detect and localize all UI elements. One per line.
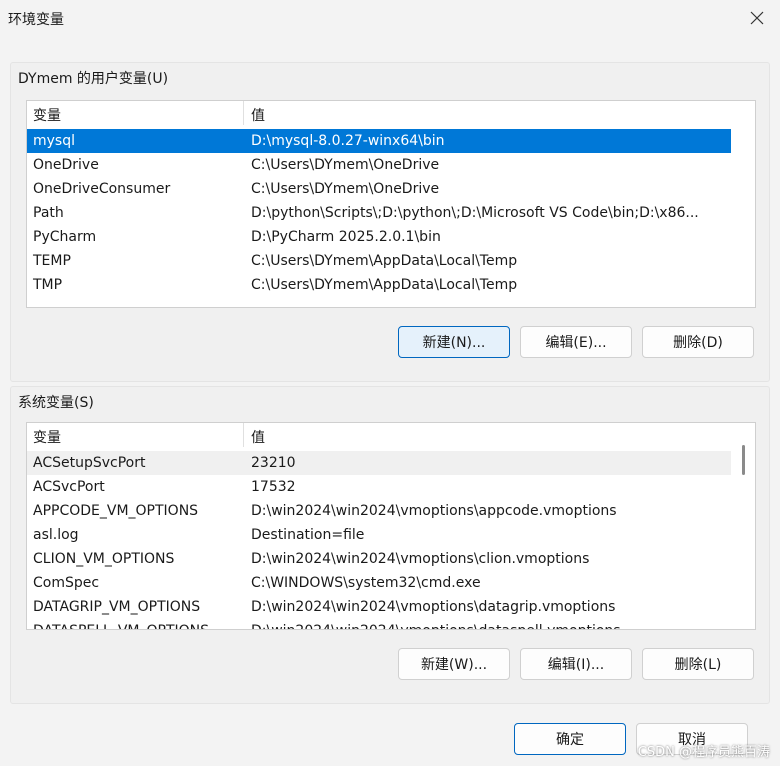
variable-value: D:\python\Scripts\;D:\python\;D:\Microso…: [251, 205, 699, 221]
header-separator: [243, 423, 244, 447]
variable-name: APPCODE_VM_OPTIONS: [33, 503, 199, 519]
window-title: 环境变量: [8, 12, 64, 28]
list-header: 变量 值: [27, 101, 755, 125]
header-variable[interactable]: 变量: [33, 105, 61, 125]
variable-name: OneDrive: [33, 157, 99, 173]
variable-value: D:\win2024\win2024\vmoptions\appcode.vmo…: [251, 503, 617, 519]
variable-name: Path: [33, 205, 64, 221]
table-row[interactable]: TEMP C:\Users\DYmem\AppData\Local\Temp: [27, 249, 731, 273]
watermark: CSDN @程序员熊百涛: [637, 745, 770, 760]
table-row[interactable]: CLION_VM_OPTIONS D:\win2024\win2024\vmopt…: [27, 547, 731, 571]
table-row[interactable]: DATAGRIP_VM_OPTIONS D:\win2024\win2024\vm…: [27, 595, 731, 619]
table-row[interactable]: mysql D:\mysql-8.0.27-winx64\bin: [27, 129, 731, 153]
variable-value: D:\mysql-8.0.27-winx64\bin: [251, 133, 445, 149]
variable-value: C:\WINDOWS\system32\cmd.exe: [251, 575, 481, 591]
variable-name: PyCharm: [33, 229, 97, 245]
table-row[interactable]: ComSpec C:\WINDOWS\system32\cmd.exe: [27, 571, 731, 595]
table-row[interactable]: TMP C:\Users\DYmem\AppData\Local\Temp: [27, 273, 731, 297]
close-icon: [750, 11, 764, 25]
variable-value: D:\PyCharm 2025.2.0.1\bin: [251, 229, 441, 245]
variable-name: OneDriveConsumer: [33, 181, 171, 197]
header-variable[interactable]: 变量: [33, 427, 61, 447]
ok-button[interactable]: 确定: [514, 723, 626, 755]
variable-value: D:\win2024\win2024\vmoptions\clion.vmopt…: [251, 551, 590, 567]
vertical-scrollbar[interactable]: [733, 423, 755, 629]
system-variables-list[interactable]: 变量 值 ACSetupSvcPort 23210 ACSvcPort 17532 AP…: [26, 422, 756, 630]
table-row[interactable]: ACSetupSvcPort 23210: [27, 451, 731, 475]
variable-name: TMP: [33, 277, 63, 293]
table-row[interactable]: Path D:\python\Scripts\;D:\python\;D:\Mic…: [27, 201, 731, 225]
variable-name: DATASPELL_VM_OPTIONS: [33, 623, 209, 629]
list-header: 变量 值: [27, 423, 731, 447]
variable-value: C:\Users\DYmem\AppData\Local\Temp: [251, 277, 518, 293]
system-new-button[interactable]: 新建(W)...: [398, 648, 510, 680]
header-value[interactable]: 值: [251, 427, 265, 447]
variable-value: C:\Users\DYmem\AppData\Local\Temp: [251, 253, 518, 269]
table-row[interactable]: OneDriveConsumer C:\Users\DYmem\OneDrive: [27, 177, 731, 201]
variable-value: Destination=file: [251, 527, 365, 543]
variable-name: TEMP: [33, 253, 71, 269]
table-row[interactable]: APPCODE_VM_OPTIONS D:\win2024\win2024\vmo…: [27, 499, 731, 523]
variable-value: C:\Users\DYmem\OneDrive: [251, 181, 440, 197]
user-edit-button[interactable]: 编辑(E)...: [520, 326, 632, 358]
table-row[interactable]: DATASPELL_VM_OPTIONS D:\win2024\win2024\v…: [27, 619, 731, 629]
table-row[interactable]: ACSvcPort 17532: [27, 475, 731, 499]
variable-value: D:\win2024\win2024\vmoptions\datagrip.vm…: [251, 599, 616, 615]
variable-value: 23210: [251, 455, 296, 471]
table-row[interactable]: OneDrive C:\Users\DYmem\OneDrive: [27, 153, 731, 177]
variable-name: asl.log: [33, 527, 79, 543]
variable-value: C:\Users\DYmem\OneDrive: [251, 157, 440, 173]
table-row[interactable]: PyCharm D:\PyCharm 2025.2.0.1\bin: [27, 225, 731, 249]
variable-name: mysql: [33, 133, 75, 149]
title-bar: 环境变量: [0, 0, 780, 36]
variable-name: ACSetupSvcPort: [33, 455, 146, 471]
header-value[interactable]: 值: [251, 105, 265, 125]
variable-value: 17532: [251, 479, 296, 495]
system-delete-button[interactable]: 删除(L): [642, 648, 754, 680]
variable-name: ACSvcPort: [33, 479, 105, 495]
variable-name: DATAGRIP_VM_OPTIONS: [33, 599, 201, 615]
close-button[interactable]: [742, 4, 772, 32]
table-row[interactable]: asl.log Destination=file: [27, 523, 731, 547]
scrollbar-thumb[interactable]: [742, 445, 745, 475]
header-separator: [243, 101, 244, 125]
user-delete-button[interactable]: 删除(D): [642, 326, 754, 358]
user-new-button[interactable]: 新建(N)...: [398, 326, 510, 358]
variable-value: D:\win2024\win2024\vmoptions\dataspell.v…: [251, 623, 725, 629]
user-variables-list[interactable]: 变量 值 mysql D:\mysql-8.0.27-winx64\bin OneD…: [26, 100, 756, 308]
system-variables-label: 系统变量(S): [18, 395, 94, 411]
user-variables-label: DYmem 的用户变量(U): [18, 71, 169, 87]
variable-name: CLION_VM_OPTIONS: [33, 551, 175, 567]
variable-name: ComSpec: [33, 575, 100, 591]
system-edit-button[interactable]: 编辑(I)...: [520, 648, 632, 680]
